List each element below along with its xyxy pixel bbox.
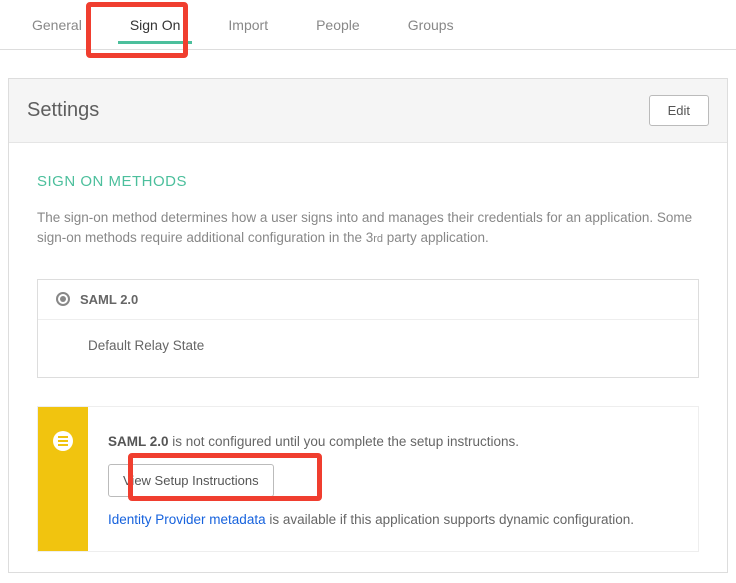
tab-general[interactable]: General [8,0,106,50]
desc-text: party application. [383,230,489,245]
info-metadata-line: Identity Provider metadata is available … [108,509,678,531]
info-stripe [38,407,88,551]
desc-text: The sign-on method determines how a user… [37,210,692,245]
tab-bar: General Sign On Import People Groups [0,0,736,50]
panel-title: Settings [27,99,99,122]
panel-header: Settings Edit [9,79,727,143]
method-body: Default Relay State [38,320,698,377]
panel-body: SIGN ON METHODS The sign-on method deter… [9,143,727,572]
info-content: SAML 2.0 is not configured until you com… [88,407,698,551]
edit-button[interactable]: Edit [649,95,709,126]
tab-label: General [32,17,82,33]
tab-import[interactable]: Import [204,0,292,50]
radio-selected-icon [56,292,70,306]
sign-on-method-box: SAML 2.0 Default Relay State [37,279,699,378]
method-label: SAML 2.0 [80,292,138,307]
settings-panel: Settings Edit SIGN ON METHODS The sign-o… [8,78,728,573]
section-title: SIGN ON METHODS [37,173,699,190]
relay-state-label: Default Relay State [88,338,204,353]
info-strong: SAML 2.0 [108,434,169,449]
tab-label: People [316,17,360,33]
desc-ordinal: rd [373,233,383,245]
tab-groups[interactable]: Groups [384,0,478,50]
method-header[interactable]: SAML 2.0 [38,280,698,320]
setup-info-card: SAML 2.0 is not configured until you com… [37,406,699,552]
tab-sign-on[interactable]: Sign On [106,0,205,50]
tab-label: Sign On [130,17,181,33]
info-line: SAML 2.0 is not configured until you com… [108,431,678,453]
view-setup-instructions-button[interactable]: View Setup Instructions [108,464,274,497]
tab-label: Import [228,17,268,33]
identity-provider-metadata-link[interactable]: Identity Provider metadata [108,512,266,527]
tab-people[interactable]: People [292,0,384,50]
info-link-rest: is available if this application support… [266,512,634,527]
tab-label: Groups [408,17,454,33]
info-rest: is not configured until you complete the… [169,434,519,449]
list-icon [53,431,73,451]
section-description: The sign-on method determines how a user… [37,208,699,249]
